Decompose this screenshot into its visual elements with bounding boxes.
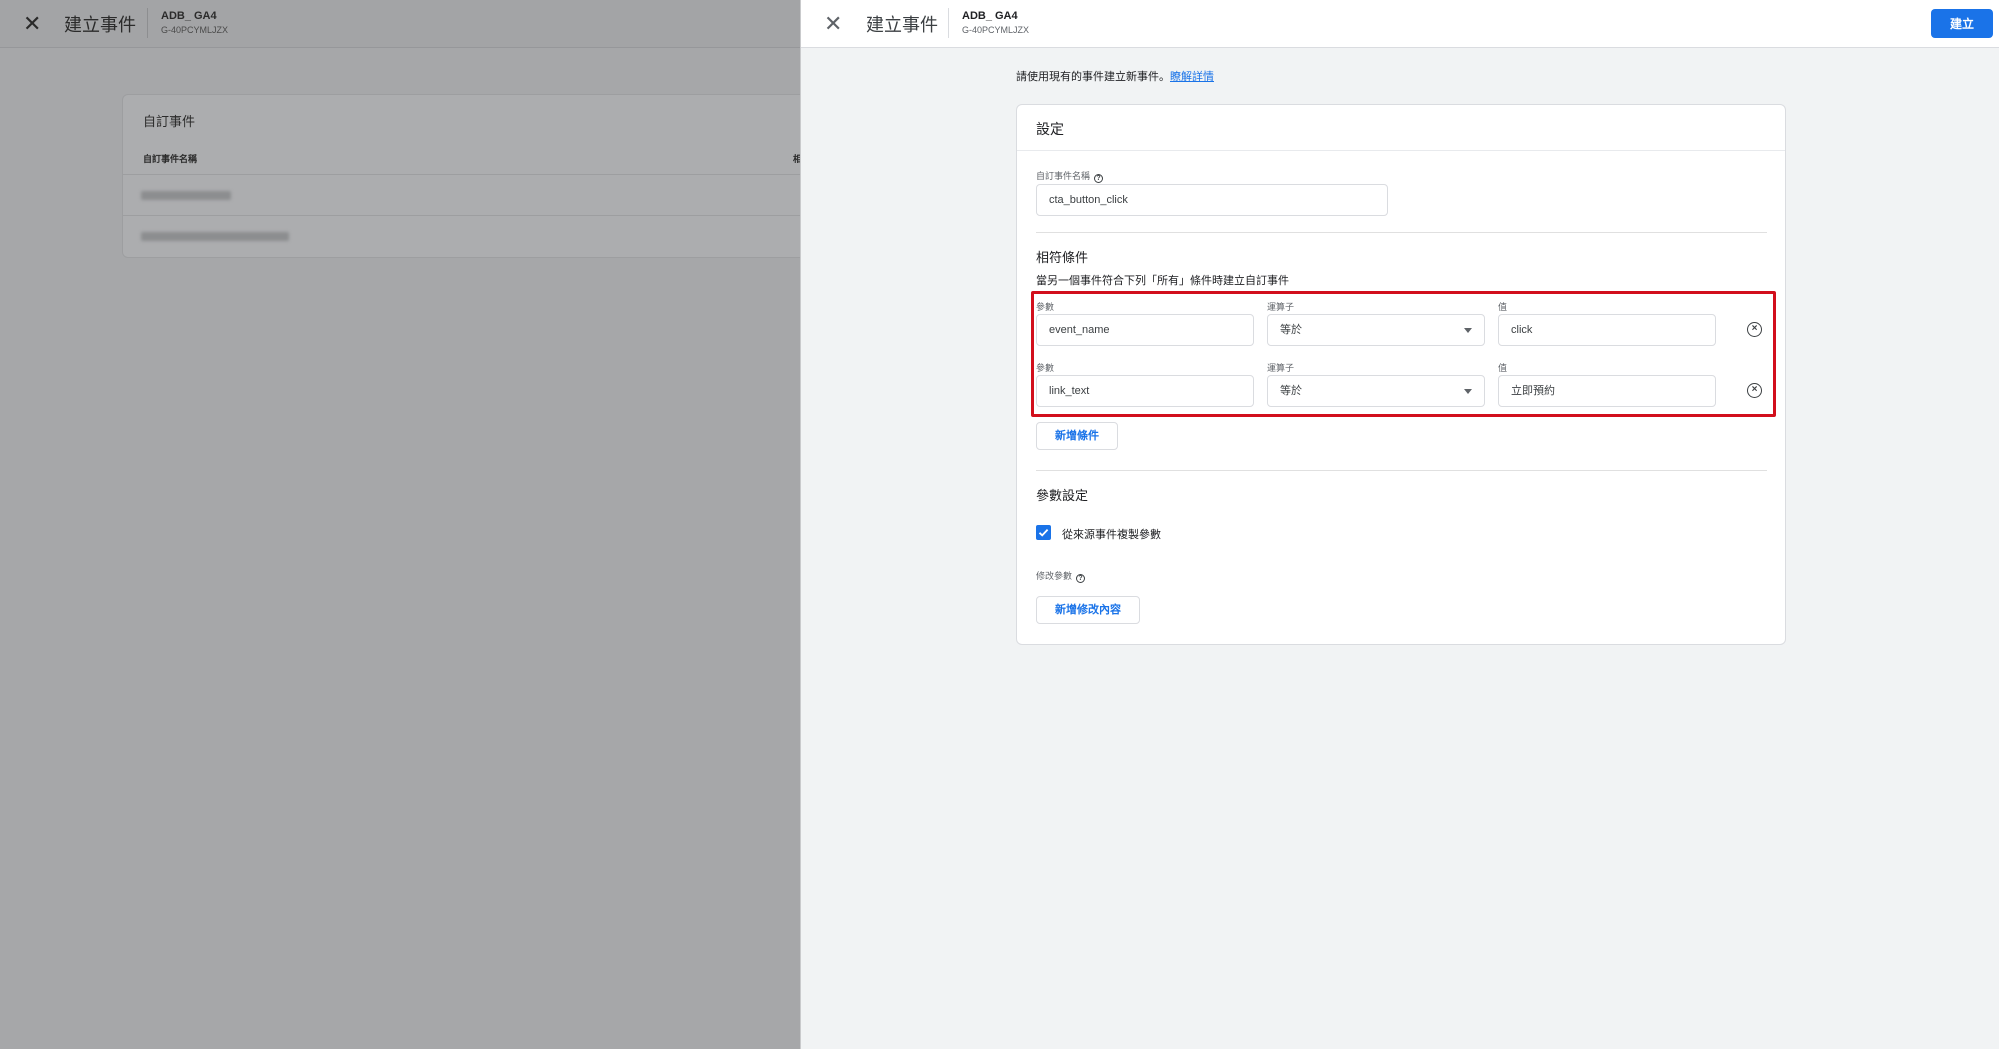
settings-card-header: 設定 (1017, 105, 1785, 151)
condition-param-label: 參數 (1036, 363, 1055, 373)
copy-params-label: 從來源事件複製參數 (1062, 529, 1161, 541)
blurred-event-name (141, 232, 289, 241)
property-name: ADB_ GA4 (962, 10, 1018, 22)
custom-events-card: 自訂事件 自訂事件名稱 相 (122, 94, 812, 258)
add-modification-button[interactable]: 新增修改內容 (1036, 596, 1140, 624)
custom-event-name-column-header: 自訂事件名稱 (143, 154, 198, 164)
condition-param-label: 參數 (1036, 302, 1055, 312)
help-icon[interactable]: ? (1094, 174, 1104, 183)
matching-conditions-title: 相符條件 (1036, 250, 1089, 265)
condition-value-label: 值 (1498, 363, 1508, 373)
dropdown-arrow-icon (1464, 328, 1472, 333)
custom-event-name-label-text: 自訂事件名稱 (1036, 171, 1091, 181)
condition-operator-select[interactable]: 等於 (1267, 314, 1485, 346)
custom-event-name-input[interactable]: cta_button_click (1036, 184, 1388, 216)
background-property-name: ADB_ GA4 (161, 10, 217, 22)
section-divider (1036, 232, 1767, 233)
copy-params-checkbox[interactable] (1036, 525, 1051, 540)
background-header-divider (147, 8, 148, 38)
add-condition-button[interactable]: 新增條件 (1036, 422, 1118, 450)
help-icon[interactable]: ? (1076, 574, 1086, 583)
settings-title: 設定 (1036, 121, 1064, 137)
intro-message: 請使用現有的事件建立新事件。 (1016, 71, 1170, 83)
condition-operator-value: 等於 (1280, 324, 1302, 336)
condition-operator-value: 等於 (1280, 385, 1302, 397)
row-divider (123, 174, 811, 175)
condition-operator-select[interactable]: 等於 (1267, 375, 1485, 407)
remove-condition-icon[interactable]: × (1747, 322, 1762, 337)
close-icon[interactable]: ✕ (824, 11, 842, 37)
background-page: ✕ 建立事件 ADB_ GA4 G-40PCYMLJZX 自訂事件 自訂事件名稱… (0, 0, 812, 1049)
background-close-icon: ✕ (23, 11, 42, 36)
condition-value-input[interactable]: 立即預約 (1498, 375, 1716, 407)
dropdown-arrow-icon (1464, 389, 1472, 394)
intro-text: 請使用現有的事件建立新事件。瞭解詳情 (1016, 68, 1214, 84)
custom-events-title: 自訂事件 (143, 114, 196, 129)
section-divider (1036, 470, 1767, 471)
property-id: G-40PCYMLJZX (962, 25, 1030, 35)
condition-value-input[interactable]: click (1498, 314, 1716, 346)
row-divider (123, 215, 811, 216)
condition-param-input[interactable]: event_name (1036, 314, 1254, 346)
remove-condition-icon[interactable]: × (1747, 383, 1762, 398)
condition-operator-label: 運算子 (1267, 363, 1295, 373)
condition-param-input[interactable]: link_text (1036, 375, 1254, 407)
create-event-panel: ✕ 建立事件 ADB_ GA4 G-40PCYMLJZX 建立 請使用現有的事件… (800, 0, 1999, 1049)
modify-params-label: 修改參數? (1036, 569, 1086, 583)
background-header: ✕ 建立事件 ADB_ GA4 G-40PCYMLJZX (0, 0, 800, 48)
panel-header: ✕ 建立事件 ADB_ GA4 G-40PCYMLJZX 建立 (801, 0, 1999, 48)
condition-value-label: 值 (1498, 302, 1508, 312)
settings-card: 設定 自訂事件名稱? cta_button_click 相符條件 當另一個事件符… (1016, 104, 1786, 645)
checkmark-icon (1038, 528, 1049, 537)
matching-conditions-description: 當另一個事件符合下列「所有」條件時建立自訂事件 (1036, 275, 1289, 287)
condition-operator-label: 運算子 (1267, 302, 1295, 312)
blurred-event-name (141, 191, 231, 200)
background-property-id: G-40PCYMLJZX (161, 25, 229, 35)
header-divider (948, 8, 949, 38)
background-title: 建立事件 (64, 15, 136, 35)
modify-params-label-text: 修改參數 (1036, 571, 1073, 581)
create-button[interactable]: 建立 (1931, 9, 1993, 38)
custom-event-name-label: 自訂事件名稱? (1036, 169, 1104, 183)
parameter-settings-title: 參數設定 (1036, 488, 1089, 503)
learn-more-link[interactable]: 瞭解詳情 (1170, 71, 1214, 83)
panel-title: 建立事件 (866, 15, 938, 35)
